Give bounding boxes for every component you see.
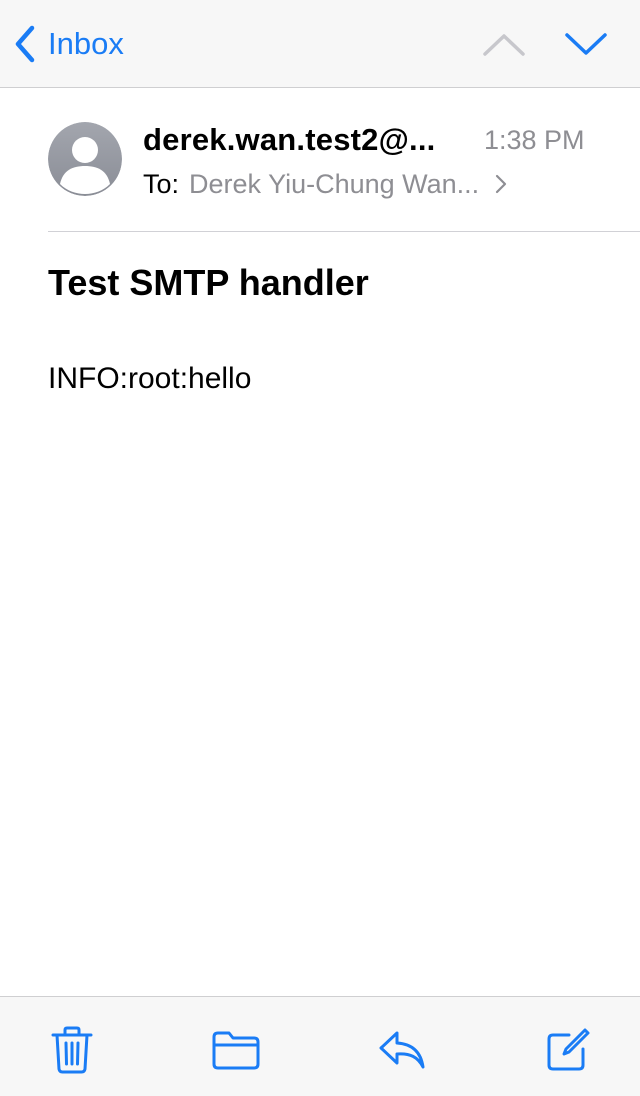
to-label: To:	[143, 168, 180, 199]
recipient-name: Derek Yiu-Chung Wan...	[189, 168, 480, 199]
avatar[interactable]	[48, 122, 122, 196]
compose-icon	[547, 1028, 590, 1071]
message-time: 1:38 PM	[484, 125, 585, 155]
header-divider	[48, 231, 640, 232]
chevron-down-icon	[565, 33, 607, 55]
next-message-button[interactable]	[564, 26, 608, 62]
reply-button[interactable]	[377, 1025, 427, 1075]
recipient-details[interactable]: To: Derek Yiu-Chung Wan...	[143, 166, 507, 202]
compose-button[interactable]	[543, 1025, 593, 1075]
message-header: derek.wan.test2@... 1:38 PM To: Derek Yi…	[0, 88, 640, 232]
message-body: INFO:root:hello	[48, 362, 252, 395]
trash-button[interactable]	[47, 1025, 97, 1075]
chevron-left-icon	[15, 25, 35, 63]
navigation-bar: Inbox	[0, 0, 640, 88]
back-to-inbox-button[interactable]: Inbox	[14, 22, 124, 66]
previous-message-button[interactable]	[482, 26, 526, 62]
folder-icon	[212, 1031, 260, 1070]
bottom-toolbar	[0, 996, 640, 1096]
trash-icon	[51, 1026, 93, 1074]
chevron-right-icon	[496, 174, 507, 194]
sender-address[interactable]: derek.wan.test2@...	[143, 122, 435, 158]
back-label: Inbox	[48, 26, 124, 61]
person-icon	[48, 122, 122, 196]
move-to-folder-button[interactable]	[211, 1025, 261, 1075]
reply-icon	[379, 1031, 425, 1069]
chevron-up-icon	[483, 34, 525, 56]
message-subject: Test SMTP handler	[48, 262, 369, 303]
